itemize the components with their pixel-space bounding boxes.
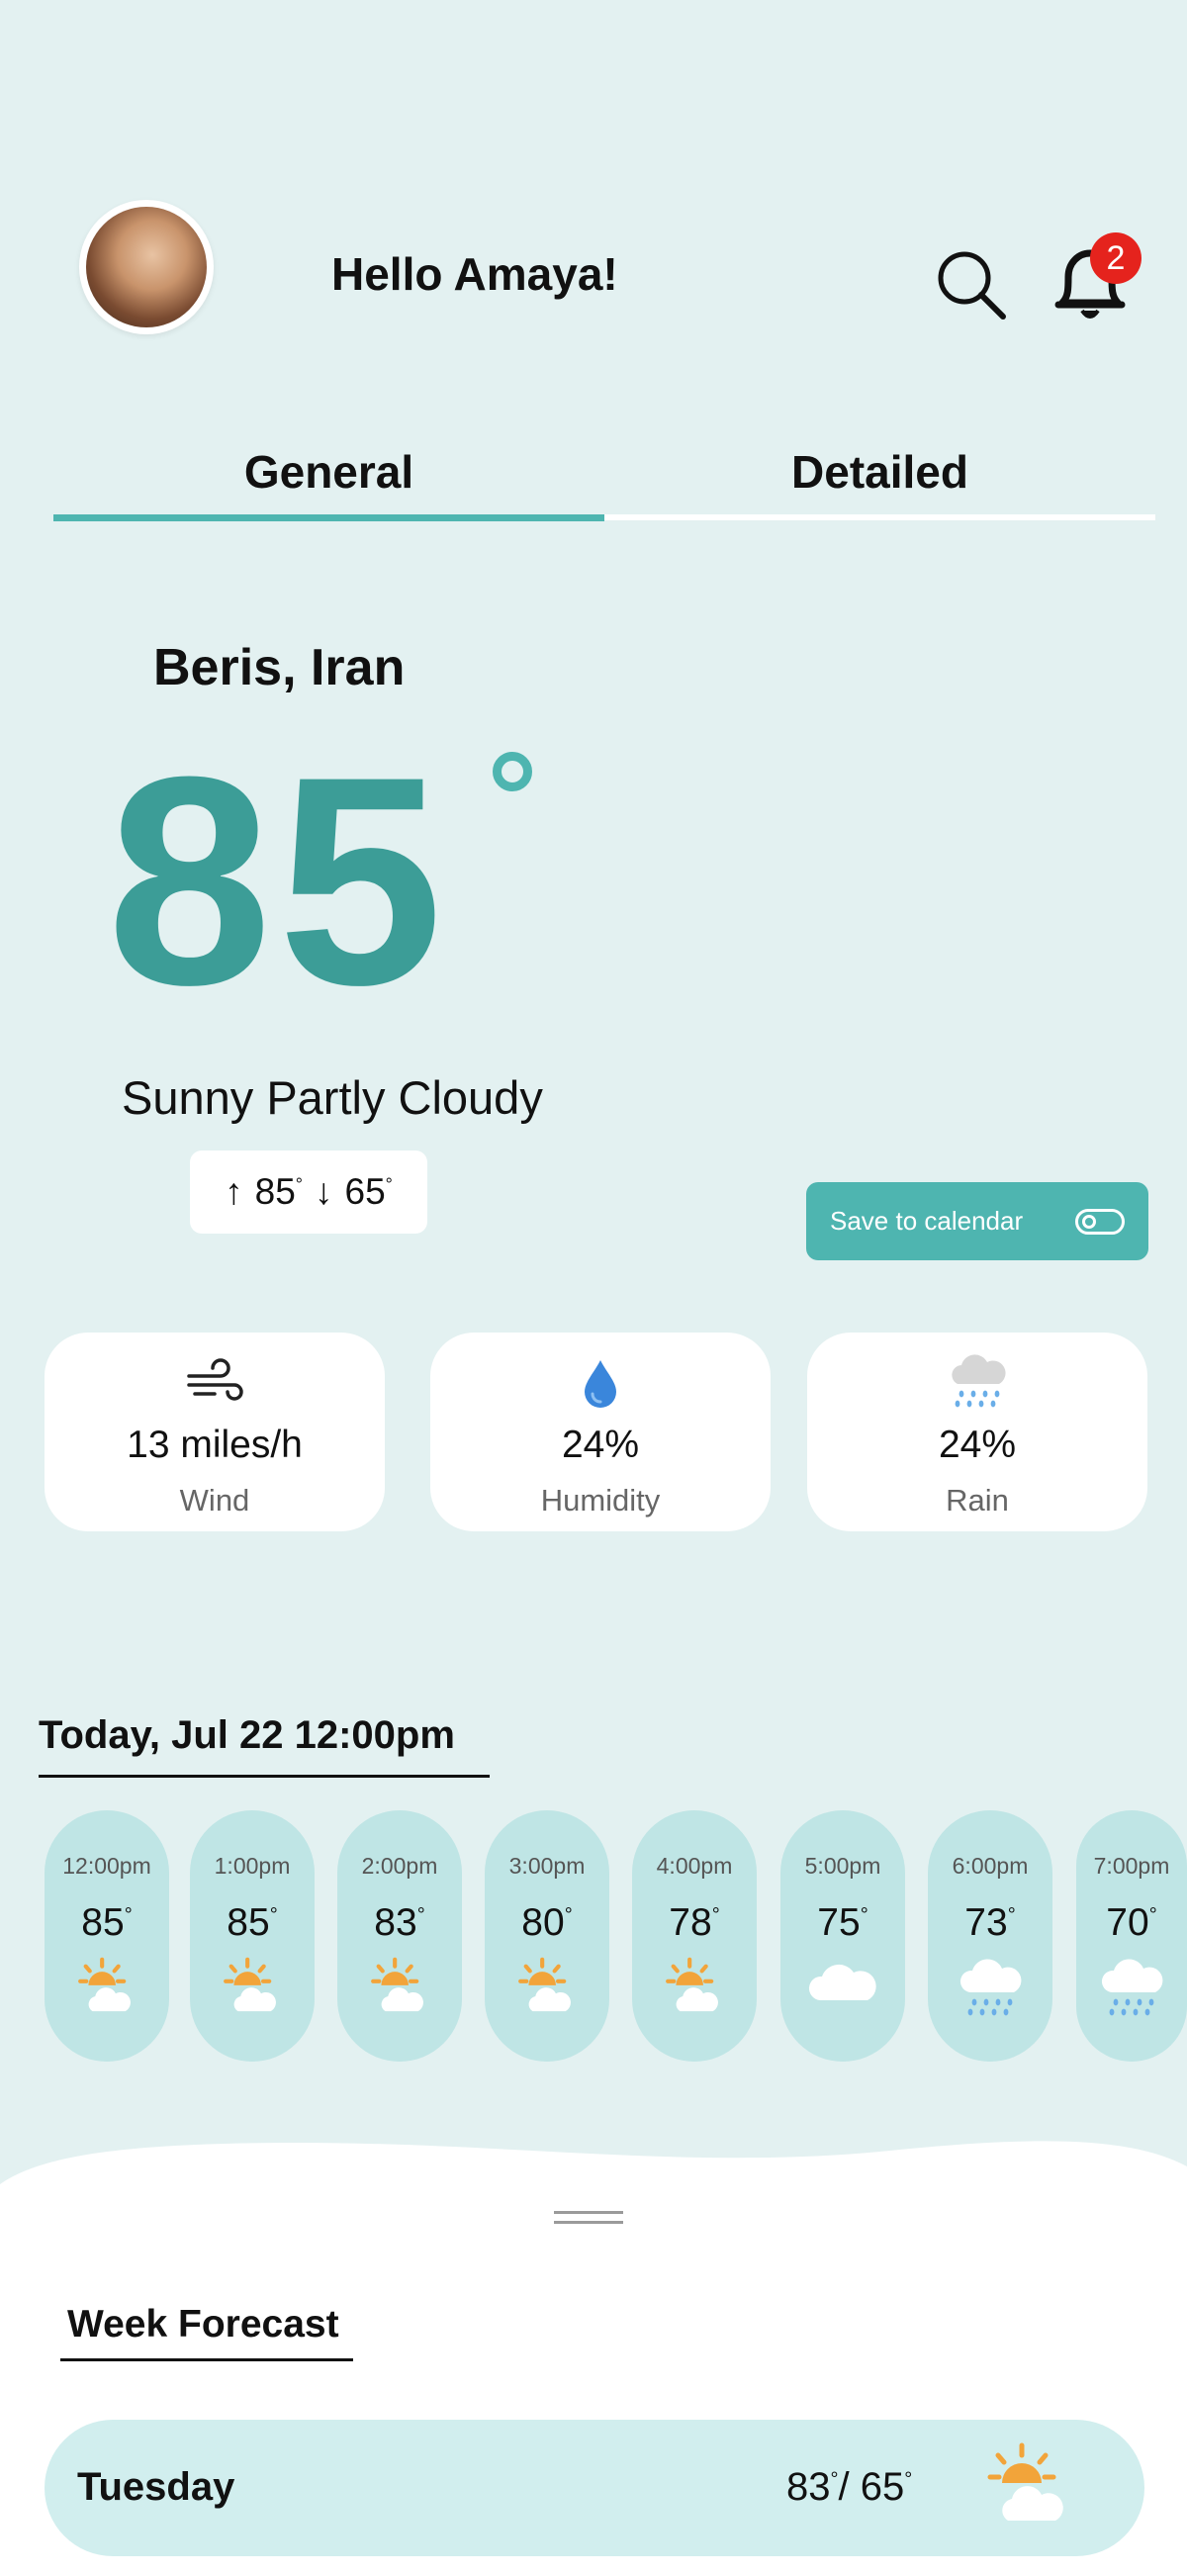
day-low: 65: [860, 2465, 905, 2509]
hour-temp: 85°: [81, 1901, 133, 1944]
humidity-label: Humidity: [540, 1483, 661, 1518]
weather-condition: Sunny Partly Cloudy: [122, 1071, 543, 1124]
sheet-handle-line: [554, 2221, 623, 2224]
greeting: Hello Amaya!: [331, 248, 618, 300]
location-name: Beris, Iran: [153, 639, 406, 696]
wind-card: 13 miles/h Wind: [45, 1333, 385, 1531]
hour-time: 3:00pm: [508, 1853, 586, 1879]
high-temp: 85: [254, 1171, 296, 1212]
save-to-calendar-button[interactable]: Save to calendar: [806, 1182, 1148, 1260]
hour-temp: 80°: [521, 1901, 573, 1944]
day-temps: 83°/ 65°: [786, 2465, 913, 2509]
hourly-forecast-item[interactable]: 5:00pm 75°: [780, 1810, 905, 2062]
sun-cloud-icon: [632, 1957, 757, 2018]
today-underline: [39, 1775, 490, 1778]
sun-cloud-icon: [987, 2442, 1063, 2521]
low-temp: 65: [344, 1171, 386, 1212]
hourly-forecast-item[interactable]: 3:00pm 80°: [485, 1810, 609, 2062]
rain-label: Rain: [946, 1483, 1009, 1518]
humidity-value: 24%: [561, 1424, 640, 1466]
avatar[interactable]: [79, 200, 214, 334]
hour-temp: 73°: [964, 1901, 1016, 1944]
tab-general[interactable]: General: [53, 445, 604, 524]
hour-time: 4:00pm: [656, 1853, 733, 1879]
hourly-forecast-item[interactable]: 2:00pm 83°: [337, 1810, 462, 2062]
wind-value: 13 miles/h: [127, 1424, 303, 1466]
sun-cloud-icon: [485, 1957, 609, 2018]
humidity-card: 24% Humidity: [430, 1333, 771, 1531]
today-title: Today, Jul 22 12:00pm: [39, 1713, 455, 1757]
day-name: Tuesday: [77, 2465, 235, 2509]
calendar-toggle[interactable]: [1075, 1208, 1125, 1235]
hour-temp: 85°: [227, 1901, 278, 1944]
current-temperature: 85: [107, 714, 449, 1047]
hour-time: 12:00pm: [62, 1853, 151, 1879]
day-row[interactable]: Tuesday 83°/ 65°: [45, 2420, 1144, 2556]
hour-temp: 70°: [1106, 1901, 1157, 1944]
arrow-down-icon: ↓: [315, 1171, 333, 1212]
week-forecast-underline: [60, 2358, 353, 2361]
sun-cloud-icon: [337, 1957, 462, 2018]
search-icon: [938, 251, 1006, 320]
rain-cloud-icon: [1076, 1957, 1187, 2022]
hour-temp: 83°: [374, 1901, 425, 1944]
search-button[interactable]: [934, 247, 1009, 322]
hour-time: 5:00pm: [804, 1853, 881, 1879]
tab-detailed[interactable]: Detailed: [604, 445, 1155, 524]
rain-card: 24% Rain: [807, 1333, 1147, 1531]
day-high: 83: [786, 2465, 831, 2509]
hour-time: 2:00pm: [361, 1853, 438, 1879]
hour-temp: 75°: [817, 1901, 868, 1944]
hour-time: 1:00pm: [214, 1853, 291, 1879]
water-drop-icon: [585, 1360, 616, 1408]
rain-cloud-icon: [928, 1957, 1052, 2022]
sun-cloud-icon: [45, 1957, 169, 2018]
hourly-forecast-item[interactable]: 12:00pm 85°: [45, 1810, 169, 2062]
sheet-handle[interactable]: [554, 2211, 623, 2214]
wind-label: Wind: [179, 1483, 250, 1518]
hour-temp: 78°: [669, 1901, 720, 1944]
week-forecast-title: Week Forecast: [67, 2303, 339, 2346]
rain-value: 24%: [938, 1424, 1017, 1466]
cloud-icon: [780, 1957, 905, 2006]
degree-symbol: [493, 752, 532, 791]
avatar-photo: [86, 207, 207, 327]
hour-time: 6:00pm: [952, 1853, 1029, 1879]
hourly-forecast-item[interactable]: 7:00pm 70°: [1076, 1810, 1187, 2062]
hour-time: 7:00pm: [1093, 1853, 1170, 1879]
save-to-calendar-label: Save to calendar: [830, 1206, 1024, 1236]
arrow-up-icon: ↑: [225, 1171, 243, 1212]
high-low-box: ↑ 85° ↓ 65°: [190, 1150, 427, 1234]
hourly-forecast-item[interactable]: 6:00pm 73°: [928, 1810, 1052, 2062]
hourly-forecast-item[interactable]: 4:00pm 78°: [632, 1810, 757, 2062]
hourly-forecast-item[interactable]: 1:00pm 85°: [190, 1810, 315, 2062]
tab-indicator-inactive: [604, 514, 1155, 520]
rain-cloud-icon: [952, 1354, 1006, 1408]
notification-badge: 2: [1090, 232, 1141, 284]
tab-indicator-active: [53, 514, 604, 521]
sun-cloud-icon: [190, 1957, 315, 2018]
wind-icon: [187, 1358, 243, 1401]
